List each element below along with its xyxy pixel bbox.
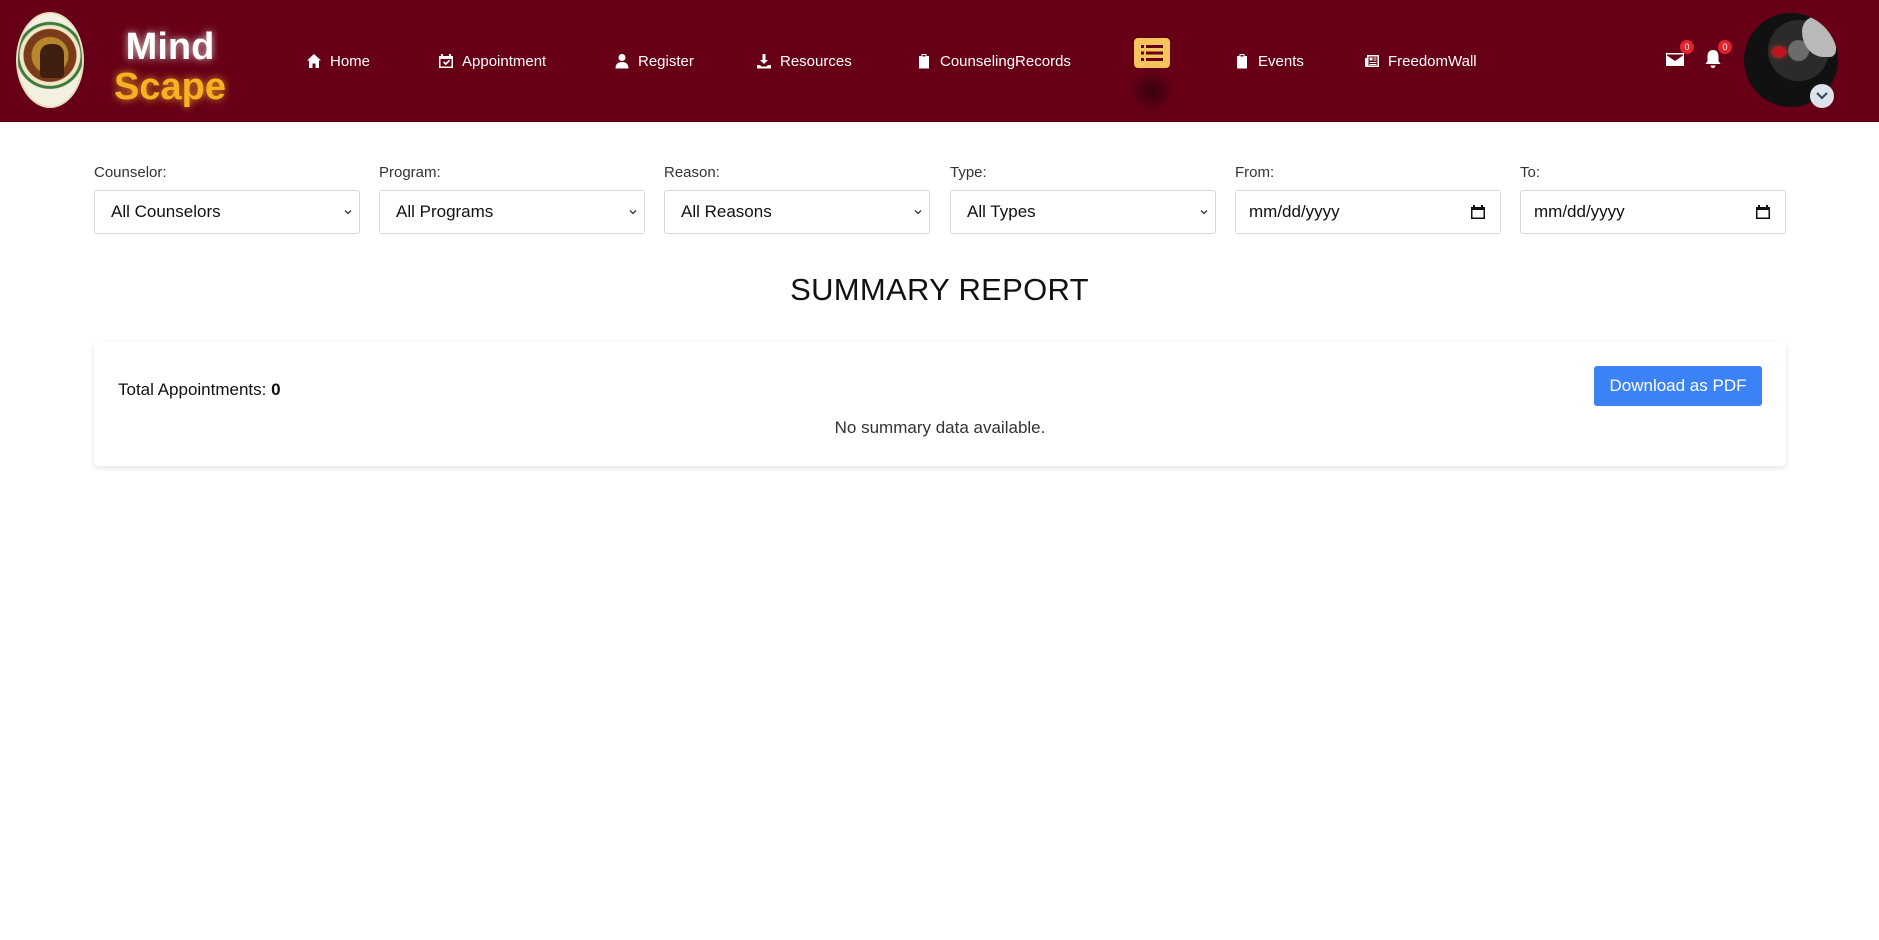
nav-label-home: Home <box>330 52 371 70</box>
counselor-select-value: All Counselors <box>111 202 221 221</box>
menu-dropdown-shadow <box>1138 78 1166 104</box>
chevron-down-icon <box>1816 92 1828 100</box>
records-menu-button[interactable] <box>1134 38 1170 68</box>
nav-label-register: Register <box>638 52 694 70</box>
list-icon <box>1141 45 1163 61</box>
top-navbar: Mind Scape Home Appointment Register Res… <box>0 0 1879 122</box>
filter-from-date: From: mm/dd/yyyy <box>1235 164 1501 234</box>
total-appointments-value: 0 <box>271 380 281 399</box>
nav-item-register[interactable]: Register <box>614 50 694 72</box>
from-date-value: mm/dd/yyyy <box>1249 202 1340 221</box>
program-select-value: All Programs <box>396 202 494 221</box>
type-select[interactable]: All Types <box>950 190 1216 234</box>
type-select-value: All Types <box>967 202 1036 221</box>
summary-card: Total Appointments: 0 Download as PDF No… <box>94 342 1786 466</box>
chevron-down-icon <box>344 210 352 215</box>
calendar-icon[interactable] <box>1755 204 1771 220</box>
counselor-select[interactable]: All Counselors <box>94 190 360 234</box>
user-icon <box>614 53 630 69</box>
messages-count-badge: 0 <box>1680 40 1694 54</box>
newspaper-icon <box>1364 53 1380 69</box>
profile-menu-toggle[interactable] <box>1810 84 1834 108</box>
filter-label-program: Program: <box>379 164 441 181</box>
to-date-input[interactable]: mm/dd/yyyy <box>1520 190 1786 234</box>
nav-item-events[interactable]: Events <box>1234 50 1304 72</box>
home-icon <box>306 53 322 69</box>
filter-label-type: Type: <box>950 164 987 181</box>
filter-label-to: To: <box>1520 164 1541 181</box>
notifications-count-badge: 0 <box>1718 40 1732 54</box>
notifications-button[interactable]: 0 <box>1702 40 1732 70</box>
clipboard-icon <box>1234 53 1250 69</box>
chevron-down-icon <box>629 210 637 215</box>
calendar-icon[interactable] <box>1470 204 1486 220</box>
chevron-down-icon <box>914 210 922 215</box>
filter-reason: Reason: All Reasons <box>664 164 930 234</box>
to-date-value: mm/dd/yyyy <box>1534 202 1625 221</box>
reason-select-value: All Reasons <box>681 202 772 221</box>
empty-state-message: No summary data available. <box>834 418 1046 437</box>
filter-type: Type: All Types <box>950 164 1216 234</box>
download-pdf-button[interactable]: Download as PDF <box>1594 366 1762 406</box>
total-appointments-label: Total Appointments: <box>118 380 267 399</box>
avatar-hair <box>1802 17 1836 57</box>
messages-button[interactable]: 0 <box>1664 40 1694 70</box>
total-appointments: Total Appointments: 0 <box>118 380 281 400</box>
avatar-eye <box>1772 47 1786 57</box>
clipboard-icon <box>916 53 932 69</box>
nav-label-resources: Resources <box>780 52 852 70</box>
nav-item-appointment[interactable]: Appointment <box>438 50 546 72</box>
logo-figure <box>40 44 64 78</box>
chevron-down-icon <box>1200 210 1208 215</box>
nav-item-counseling-records[interactable]: CounselingRecords <box>916 50 1071 72</box>
program-select[interactable]: All Programs <box>379 190 645 234</box>
nav-label-appointment: Appointment <box>462 52 547 70</box>
brand-line-scape: Scape <box>114 66 226 108</box>
calendar-check-icon <box>438 53 454 69</box>
filter-counselor: Counselor: All Counselors <box>94 164 360 234</box>
nav-label-events: Events <box>1258 52 1304 70</box>
page-title: SUMMARY REPORT <box>790 272 1089 307</box>
nav-item-freedom-wall[interactable]: FreedomWall <box>1364 50 1477 72</box>
filter-label-from: From: <box>1235 164 1275 181</box>
from-date-input[interactable]: mm/dd/yyyy <box>1235 190 1501 234</box>
brand-wordmark[interactable]: Mind Scape <box>100 28 240 106</box>
school-seal-logo[interactable] <box>16 12 84 108</box>
nav-item-home[interactable]: Home <box>306 50 370 72</box>
filter-to-date: To: mm/dd/yyyy <box>1520 164 1786 234</box>
filter-program: Program: All Programs <box>379 164 645 234</box>
brand-line-mind: Mind <box>125 26 215 68</box>
nav-label-freedom-wall: FreedomWall <box>1388 52 1477 70</box>
filter-label-counselor: Counselor: <box>94 164 167 181</box>
nav-item-resources[interactable]: Resources <box>756 50 852 72</box>
download-icon <box>756 53 772 69</box>
nav-label-counseling-records: CounselingRecords <box>940 52 1071 70</box>
filter-label-reason: Reason: <box>664 164 720 181</box>
reason-select[interactable]: All Reasons <box>664 190 930 234</box>
